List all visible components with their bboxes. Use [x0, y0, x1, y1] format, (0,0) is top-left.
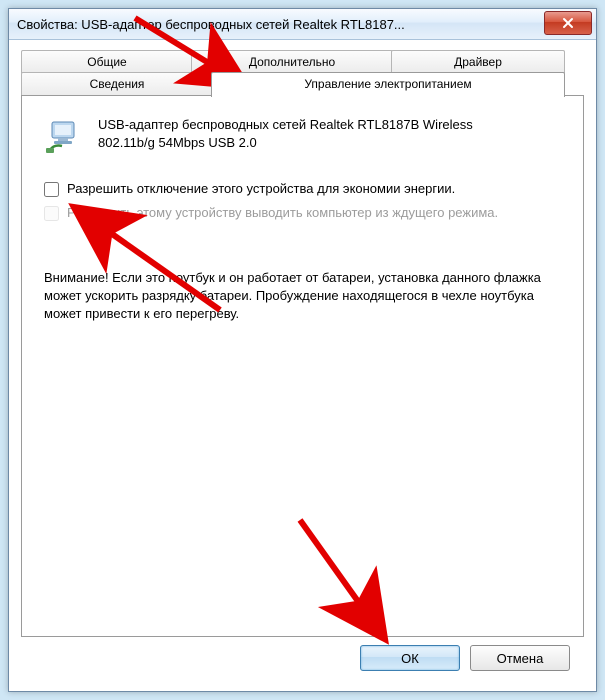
device-description: USB-адаптер беспроводных сетей Realtek R… [98, 116, 561, 151]
network-adapter-icon [44, 116, 84, 159]
tab-details[interactable]: Сведения [21, 72, 213, 95]
cancel-button[interactable]: Отмена [470, 645, 570, 671]
device-name-line2: 802.11b/g 54Mbps USB 2.0 [98, 135, 257, 150]
client-area: Общие Дополнительно Драйвер Сведения Упр… [9, 40, 596, 691]
device-header: USB-адаптер беспроводных сетей Realtek R… [44, 116, 561, 159]
tab-driver[interactable]: Драйвер [391, 50, 565, 73]
checkbox-allow-power-off[interactable]: Разрешить отключение этого устройства дл… [44, 181, 561, 197]
device-name-line1: USB-адаптер беспроводных сетей Realtek R… [98, 117, 473, 132]
checkbox-allow-power-off-input[interactable] [44, 182, 59, 197]
tab-strip: Общие Дополнительно Драйвер Сведения Упр… [21, 50, 584, 96]
checkbox-allow-wake-input [44, 206, 59, 221]
properties-dialog: Свойства: USB-адаптер беспроводных сетей… [8, 8, 597, 692]
checkbox-allow-wake-label: Разрешить этому устройству выводить комп… [67, 205, 498, 220]
button-bar: ОК Отмена [21, 637, 584, 679]
ok-button[interactable]: ОК [360, 645, 460, 671]
title-bar: Свойства: USB-адаптер беспроводных сетей… [9, 9, 596, 40]
window-title: Свойства: USB-адаптер беспроводных сетей… [17, 17, 544, 32]
close-icon [562, 17, 574, 29]
checkbox-allow-wake: Разрешить этому устройству выводить комп… [44, 205, 561, 221]
tab-advanced[interactable]: Дополнительно [191, 50, 393, 73]
warning-text: Внимание! Если это ноутбук и он работает… [44, 269, 561, 324]
tab-page-power: USB-адаптер беспроводных сетей Realtek R… [21, 95, 584, 637]
tab-power-management[interactable]: Управление электропитанием [211, 72, 565, 97]
tab-general[interactable]: Общие [21, 50, 193, 73]
close-button[interactable] [544, 11, 592, 35]
checkbox-allow-power-off-label: Разрешить отключение этого устройства дл… [67, 181, 455, 196]
